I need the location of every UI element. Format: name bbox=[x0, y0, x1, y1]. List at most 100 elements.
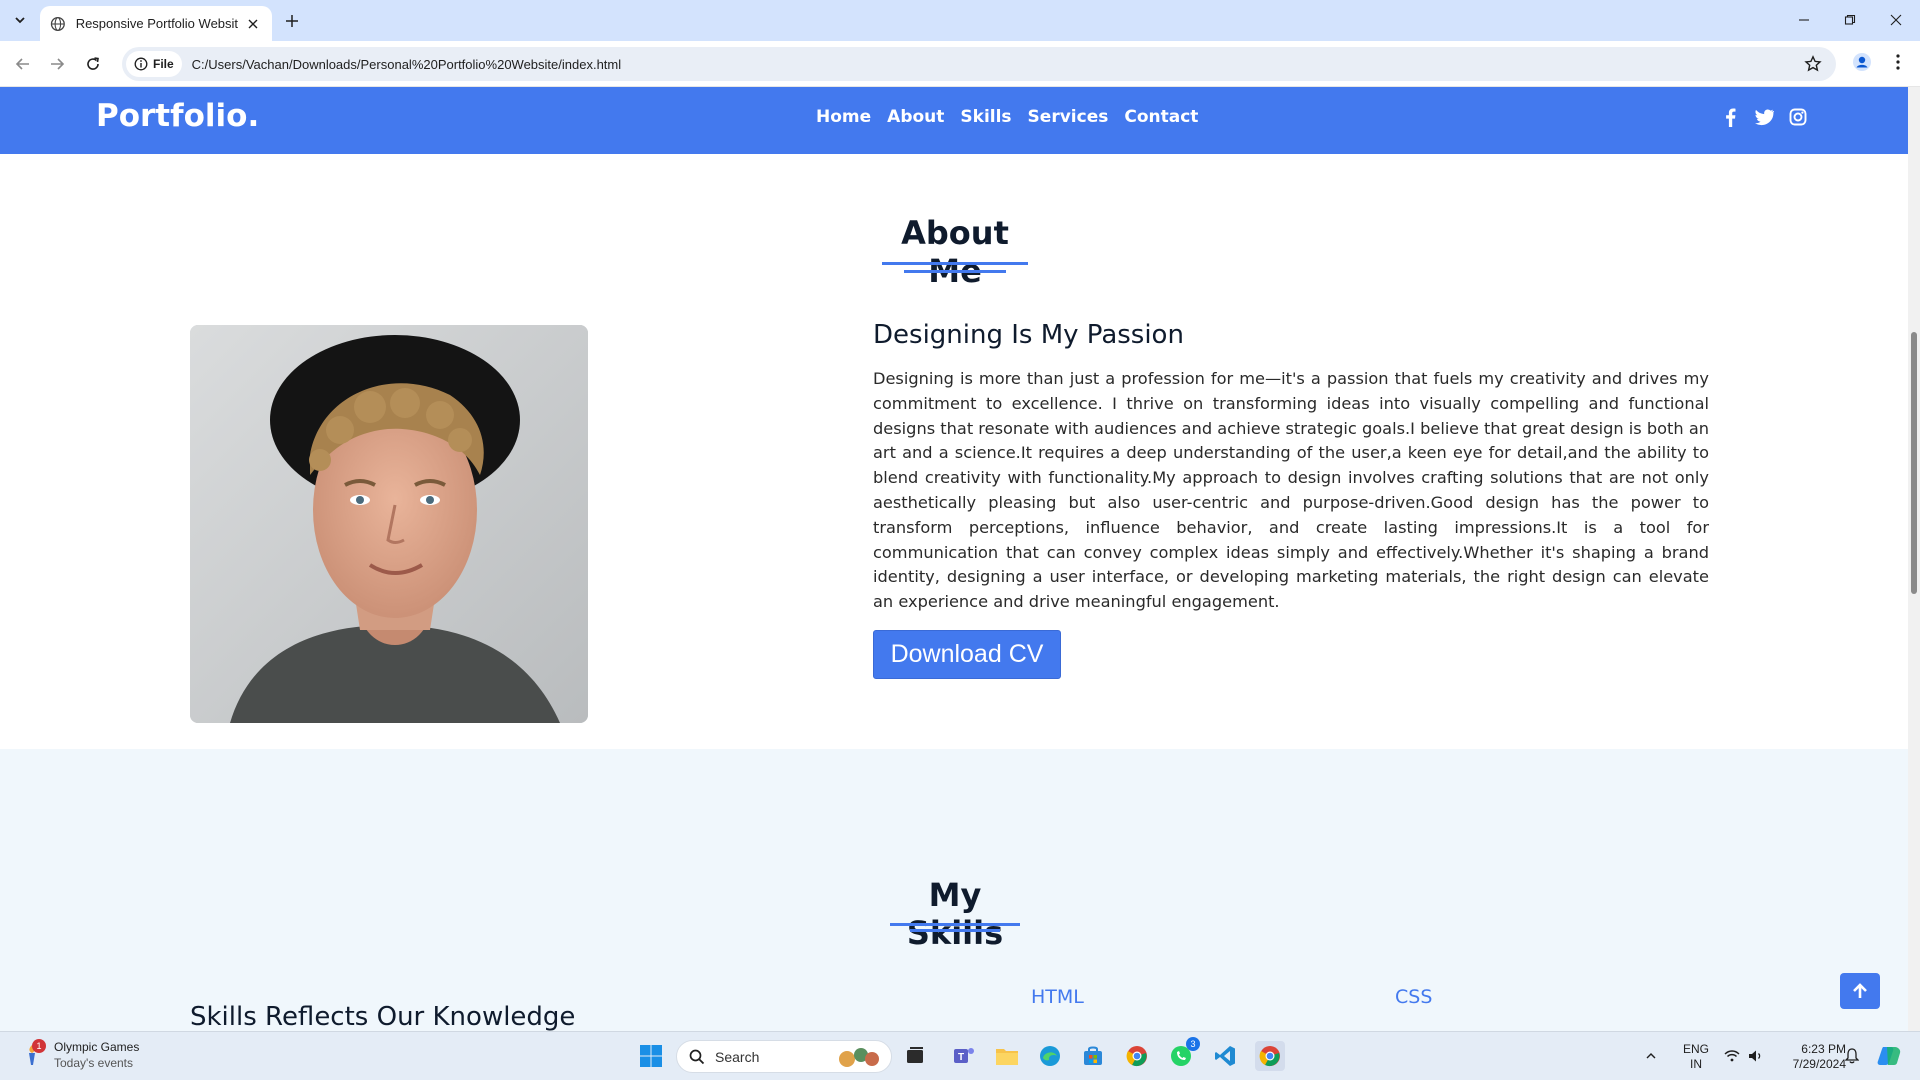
chrome-icon bbox=[1126, 1046, 1147, 1067]
clock[interactable]: 6:23 PM 7/29/2024 bbox=[1776, 1042, 1846, 1072]
browser-tabbar: Responsive Portfolio Website H bbox=[0, 0, 1920, 41]
skills-title: My Skills bbox=[906, 876, 1004, 952]
site-info-chip[interactable]: File bbox=[126, 51, 182, 77]
tray-overflow-button[interactable] bbox=[1641, 1041, 1661, 1071]
minimize-button[interactable] bbox=[1782, 6, 1826, 34]
restore-icon bbox=[1844, 14, 1856, 25]
whatsapp-app[interactable]: 3 bbox=[1166, 1037, 1200, 1071]
nav-link-skills[interactable]: Skills bbox=[960, 107, 1011, 127]
skill-label-css: CSS bbox=[1395, 986, 1433, 1008]
arrow-left-icon bbox=[15, 58, 29, 70]
teams-icon: T bbox=[954, 1048, 974, 1063]
speaker-icon bbox=[1749, 1050, 1761, 1062]
site-logo[interactable]: Portfolio. bbox=[96, 98, 259, 134]
portrait-image bbox=[190, 325, 588, 723]
task-view-icon bbox=[907, 1047, 923, 1063]
close-icon bbox=[1890, 14, 1902, 26]
reload-button[interactable] bbox=[78, 49, 108, 79]
chrome-app-active[interactable] bbox=[1255, 1041, 1285, 1071]
forward-button[interactable] bbox=[42, 49, 72, 79]
edge-app[interactable] bbox=[1035, 1041, 1065, 1071]
about-title: About Me bbox=[901, 214, 1009, 290]
restore-button[interactable] bbox=[1828, 6, 1872, 34]
store-icon bbox=[1084, 1046, 1102, 1065]
download-cv-button[interactable]: Download CV bbox=[873, 630, 1061, 679]
tab-search-button[interactable] bbox=[8, 8, 32, 32]
site-chip-label: File bbox=[153, 57, 174, 71]
new-tab-button[interactable] bbox=[280, 9, 304, 33]
taskbar-search[interactable]: Search bbox=[676, 1040, 892, 1073]
skills-subtitle: Skills Reflects Our Knowledge bbox=[190, 1002, 576, 1031]
widgets-title: Olympic Games bbox=[54, 1040, 140, 1054]
file-explorer-app[interactable] bbox=[992, 1041, 1022, 1071]
page-viewport: Portfolio. Home About Skills Services Co… bbox=[0, 87, 1908, 1031]
back-button[interactable] bbox=[8, 49, 38, 79]
bookmark-star-icon[interactable] bbox=[1804, 55, 1822, 73]
close-window-button[interactable] bbox=[1874, 6, 1918, 34]
browser-menu-button[interactable] bbox=[1886, 48, 1910, 76]
url-text: C:/Users/Vachan/Downloads/Personal%20Por… bbox=[191, 56, 622, 72]
chrome-profile-app[interactable] bbox=[1122, 1041, 1152, 1071]
skills-title-underline bbox=[890, 923, 1020, 926]
chevron-up-icon bbox=[1646, 1053, 1656, 1059]
folder-icon bbox=[996, 1049, 1018, 1065]
vscode-app[interactable] bbox=[1210, 1041, 1240, 1071]
store-app[interactable] bbox=[1078, 1041, 1108, 1071]
about-title-underline-accent bbox=[904, 270, 1006, 273]
language-region: IN bbox=[1690, 1057, 1702, 1071]
bell-icon bbox=[1845, 1048, 1859, 1064]
chevron-down-icon bbox=[15, 17, 25, 24]
scroll-to-top-button[interactable] bbox=[1840, 973, 1880, 1009]
social-links bbox=[1720, 107, 1808, 127]
twitter-icon[interactable] bbox=[1754, 107, 1774, 127]
taskbar-search-label: Search bbox=[715, 1048, 760, 1065]
taskbar: 1 Olympic Games Today's events Search T … bbox=[0, 1031, 1920, 1080]
nav-link-services[interactable]: Services bbox=[1028, 107, 1109, 127]
search-icon bbox=[689, 1049, 705, 1064]
address-bar[interactable]: File C:/Users/Vachan/Downloads/Personal%… bbox=[122, 47, 1836, 81]
tab-close-button[interactable] bbox=[244, 15, 262, 33]
svg-text:T: T bbox=[958, 1052, 964, 1063]
skills-title-underline-accent bbox=[910, 929, 1000, 932]
nav-link-contact[interactable]: Contact bbox=[1124, 107, 1198, 127]
profile-button[interactable] bbox=[1848, 48, 1876, 76]
wifi-icon bbox=[1724, 1050, 1740, 1062]
copilot-button[interactable] bbox=[1873, 1041, 1905, 1071]
instagram-icon[interactable] bbox=[1788, 107, 1808, 127]
profile-photo bbox=[190, 325, 588, 723]
edge-icon bbox=[1040, 1046, 1060, 1066]
browser-toolbar: File C:/Users/Vachan/Downloads/Personal%… bbox=[0, 41, 1920, 87]
windows-logo-icon bbox=[640, 1045, 662, 1067]
whatsapp-badge: 3 bbox=[1186, 1037, 1200, 1051]
notifications-button[interactable] bbox=[1838, 1041, 1866, 1071]
teams-app[interactable]: T bbox=[949, 1041, 979, 1071]
about-subtitle: Designing Is My Passion bbox=[873, 320, 1184, 350]
language-indicator[interactable]: ENG IN bbox=[1678, 1042, 1714, 1072]
widgets-button[interactable]: 1 Olympic Games Today's events bbox=[20, 1039, 139, 1071]
language-code: ENG bbox=[1682, 1042, 1709, 1056]
info-icon bbox=[134, 57, 148, 71]
clock-date: 7/29/2024 bbox=[1792, 1057, 1846, 1071]
about-paragraph: Designing is more than just a profession… bbox=[873, 369, 1709, 612]
more-vertical-icon bbox=[1896, 54, 1900, 70]
search-highlight-icon bbox=[839, 1047, 879, 1067]
vscode-icon bbox=[1215, 1046, 1235, 1066]
volume-button[interactable] bbox=[1742, 1041, 1770, 1071]
facebook-icon[interactable] bbox=[1720, 107, 1740, 127]
nav-link-about[interactable]: About bbox=[887, 107, 944, 127]
copilot-icon bbox=[1877, 1047, 1901, 1065]
plus-icon bbox=[286, 15, 298, 27]
start-button[interactable] bbox=[636, 1041, 666, 1071]
minimize-icon bbox=[1799, 19, 1809, 21]
task-view-button[interactable] bbox=[900, 1041, 930, 1071]
tab-title: Responsive Portfolio Website H bbox=[75, 16, 239, 31]
arrow-right-icon bbox=[51, 58, 65, 70]
scrollbar-thumb[interactable] bbox=[1911, 332, 1917, 594]
arrow-up-icon bbox=[1853, 983, 1867, 998]
nav-link-home[interactable]: Home bbox=[816, 107, 871, 127]
browser-tab[interactable]: Responsive Portfolio Website H bbox=[40, 6, 272, 41]
clock-time: 6:23 PM bbox=[1801, 1042, 1846, 1056]
close-icon bbox=[248, 19, 258, 28]
page-scrollbar[interactable] bbox=[1908, 87, 1920, 1031]
skill-label-html: HTML bbox=[1031, 986, 1084, 1008]
